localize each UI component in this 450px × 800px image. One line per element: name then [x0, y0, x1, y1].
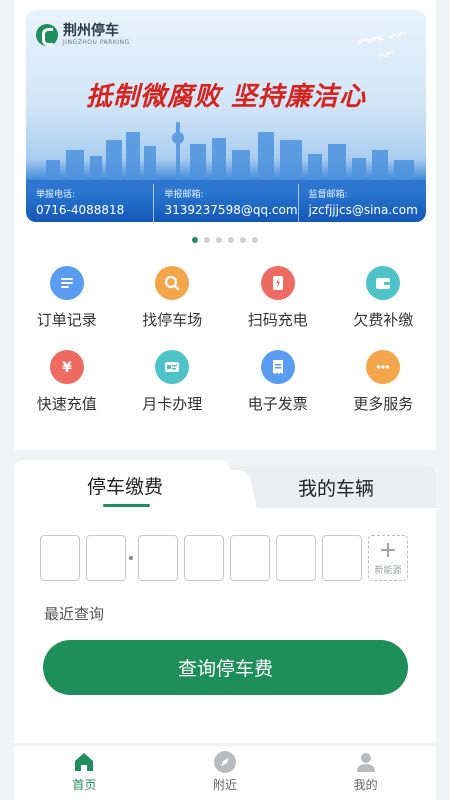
service-scan-charge[interactable]: 扫码充电 — [225, 266, 331, 330]
invoice-icon — [260, 350, 295, 384]
bottom-tab-bar: 首页 附近 我的 — [14, 745, 436, 800]
service-monthly-card[interactable]: 月卡办理 — [120, 350, 226, 414]
plate-slot[interactable] — [276, 535, 316, 581]
logo-english: JINGZHOU PARKING — [63, 39, 130, 46]
logo-p-icon — [36, 24, 58, 46]
contact-supervise-email: 监督邮箱: jzcfjjjcs@sina.com — [297, 184, 426, 222]
app-screen: 荆州停车 JINGZHOU PARKING 抵制微腐败 坚持廉洁心 举报电话: … — [0, 0, 450, 800]
service-e-invoice[interactable]: 电子发票 — [225, 350, 331, 414]
carousel-dot[interactable] — [228, 237, 234, 243]
service-find-parking[interactable]: 找停车场 — [120, 266, 226, 330]
carousel-dot[interactable] — [252, 237, 258, 243]
nav-profile[interactable]: 我的 — [295, 746, 436, 800]
scan-charge-icon — [260, 266, 295, 300]
contact-bar: 举报电话: 0716-4088818 举报邮箱: 3139237598@qq.c… — [26, 184, 426, 222]
nav-nearby[interactable]: 附近 — [155, 746, 296, 800]
home-top-section: 荆州停车 JINGZHOU PARKING 抵制微腐败 坚持廉洁心 举报电话: … — [14, 0, 436, 450]
service-arrears-payment[interactable]: 欠费补缴 — [331, 266, 437, 330]
contact-report-email: 举报邮箱: 3139237598@qq.com — [153, 184, 298, 222]
service-quick-recharge[interactable]: ¥ 快速充值 — [14, 350, 120, 414]
service-more[interactable]: 更多服务 — [331, 350, 437, 414]
promo-banner[interactable]: 荆州停车 JINGZHOU PARKING 抵制微腐败 坚持廉洁心 举报电话: … — [26, 10, 426, 222]
carousel-dot[interactable] — [240, 237, 246, 243]
month-card-icon — [155, 350, 190, 384]
plus-icon: + — [378, 537, 398, 563]
plate-slot[interactable] — [138, 535, 178, 581]
contact-hotline: 举报电话: 0716-4088818 — [36, 190, 125, 217]
banner-slogan: 抵制微腐败 坚持廉洁心 — [85, 82, 367, 112]
yuan-icon: ¥ — [49, 350, 84, 384]
query-parking-fee-button[interactable]: 查询停车费 — [43, 640, 408, 695]
brand-logo: 荆州停车 JINGZHOU PARKING — [36, 24, 130, 46]
service-order-records[interactable]: 订单记录 — [14, 266, 120, 330]
recent-queries-label: 最近查询 — [44, 605, 105, 623]
plate-separator-dot — [129, 556, 133, 560]
carousel-dot[interactable] — [204, 237, 210, 243]
plate-slot[interactable] — [184, 535, 224, 581]
svg-text:¥: ¥ — [62, 360, 72, 376]
new-energy-slot[interactable]: + 新能源 — [368, 535, 408, 581]
plate-slot-letter[interactable] — [86, 535, 126, 581]
license-plate-input[interactable]: + 新能源 — [40, 535, 408, 581]
order-list-icon — [49, 266, 84, 300]
home-icon — [75, 753, 94, 771]
city-skyline-image — [26, 122, 426, 190]
carousel-dot[interactable] — [216, 237, 222, 243]
compass-icon — [214, 751, 236, 773]
birds-decoration — [356, 31, 407, 59]
parking-payment-card: 停车缴费 我的车辆 + 新能源 最近查询 查询停车费 — [14, 460, 436, 743]
wallet-icon — [366, 266, 401, 300]
more-icon — [366, 350, 401, 384]
tab-my-vehicles-label[interactable]: 我的车辆 — [236, 474, 436, 501]
carousel-dot[interactable] — [192, 237, 198, 243]
plate-slot[interactable] — [230, 535, 270, 581]
carousel-indicator[interactable] — [14, 237, 436, 243]
nav-home[interactable]: 首页 — [14, 746, 155, 800]
logo-name: 荆州停车 — [63, 23, 119, 39]
plate-slot[interactable] — [322, 535, 362, 581]
service-grid: 订单记录 找停车场 扫码充电 欠费补缴 ¥ 快速充值 月卡办理 电子发票 更多服… — [14, 266, 436, 414]
tab-parking-payment-label[interactable]: 停车缴费 — [14, 472, 236, 499]
user-icon — [356, 753, 375, 772]
parking-form: + 新能源 最近查询 查询停车费 — [14, 508, 436, 743]
search-parking-icon — [155, 266, 190, 300]
plate-slot-province[interactable] — [40, 535, 80, 581]
active-tab-indicator — [103, 504, 150, 507]
